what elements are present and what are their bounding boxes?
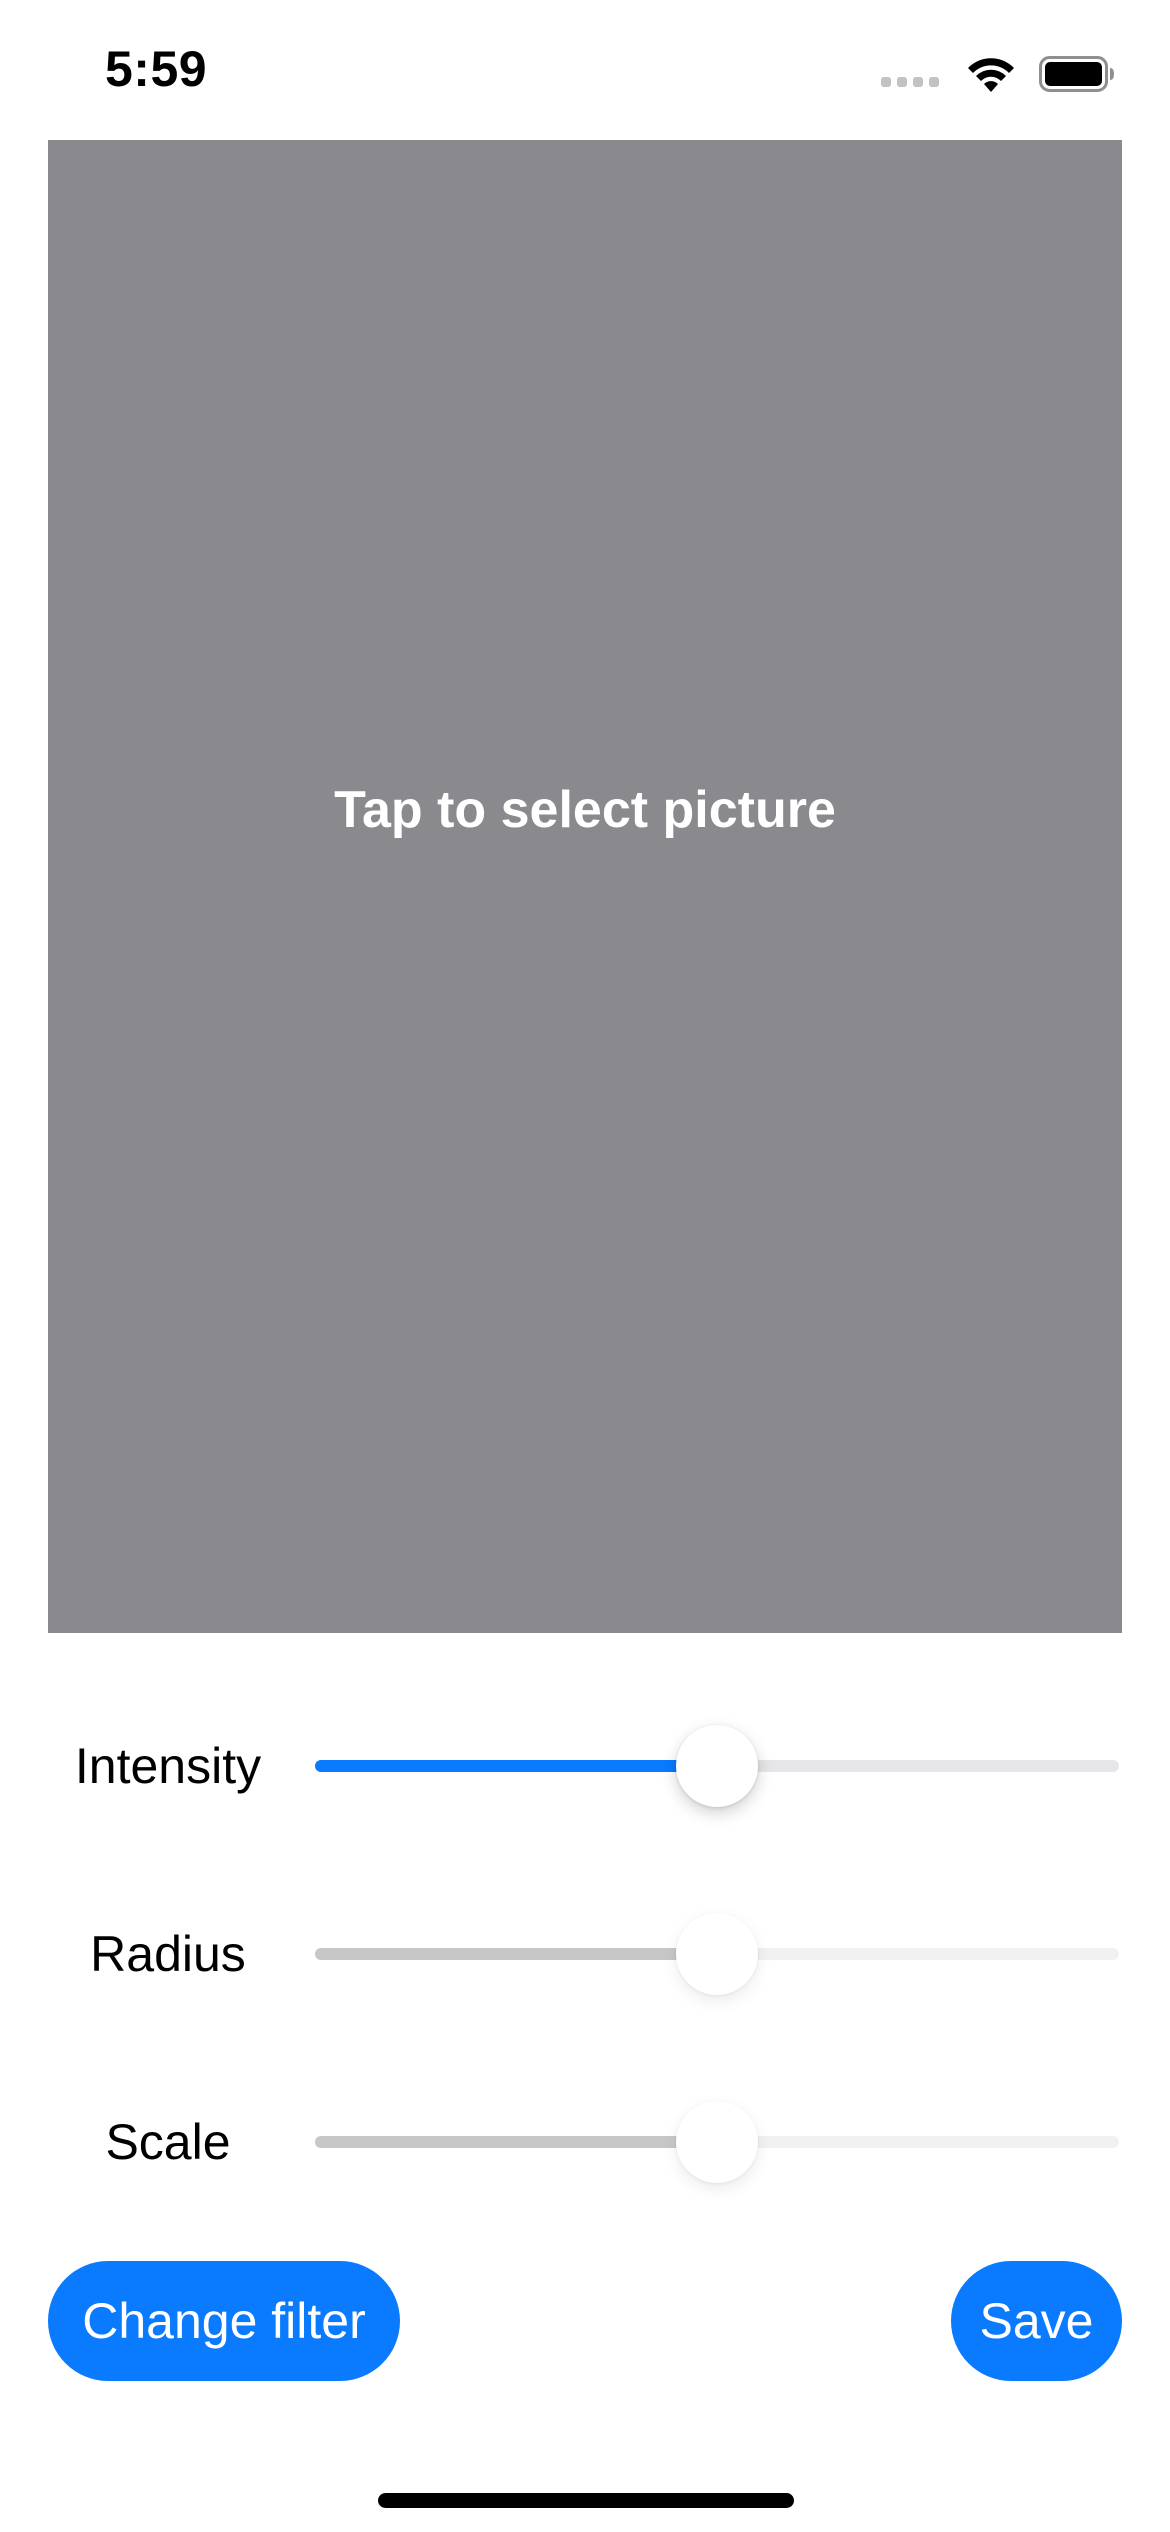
radius-slider-fill bbox=[315, 1948, 717, 1960]
intensity-label: Intensity bbox=[74, 1738, 262, 1794]
intensity-slider[interactable] bbox=[315, 1725, 1119, 1807]
status-icons bbox=[881, 52, 1115, 96]
screen: 5:59 Tap to select picture Intensity Rad… bbox=[0, 0, 1170, 2532]
scale-label: Scale bbox=[105, 2114, 231, 2170]
change-filter-button[interactable]: Change filter bbox=[48, 2261, 400, 2381]
battery-icon bbox=[1039, 56, 1114, 92]
radius-slider-row: Radius bbox=[0, 1904, 1170, 2004]
picture-placeholder-label: Tap to select picture bbox=[334, 780, 836, 839]
picture-placeholder[interactable]: Tap to select picture bbox=[48, 140, 1122, 1633]
wifi-icon bbox=[968, 58, 1014, 92]
save-button[interactable]: Save bbox=[951, 2261, 1122, 2381]
home-indicator bbox=[378, 2493, 794, 2508]
intensity-slider-fill bbox=[315, 1760, 717, 1772]
radius-label: Radius bbox=[90, 1926, 246, 1982]
cellular-signal-icon bbox=[881, 77, 939, 87]
scale-slider-fill bbox=[315, 2136, 717, 2148]
intensity-slider-row: Intensity bbox=[0, 1716, 1170, 1816]
scale-slider-thumb[interactable] bbox=[676, 2101, 758, 2183]
status-time: 5:59 bbox=[105, 41, 208, 97]
scale-slider-row: Scale bbox=[0, 2092, 1170, 2192]
scale-slider[interactable] bbox=[315, 2101, 1119, 2183]
radius-slider[interactable] bbox=[315, 1913, 1119, 1995]
intensity-slider-thumb[interactable] bbox=[676, 1725, 758, 1807]
radius-slider-thumb[interactable] bbox=[676, 1913, 758, 1995]
